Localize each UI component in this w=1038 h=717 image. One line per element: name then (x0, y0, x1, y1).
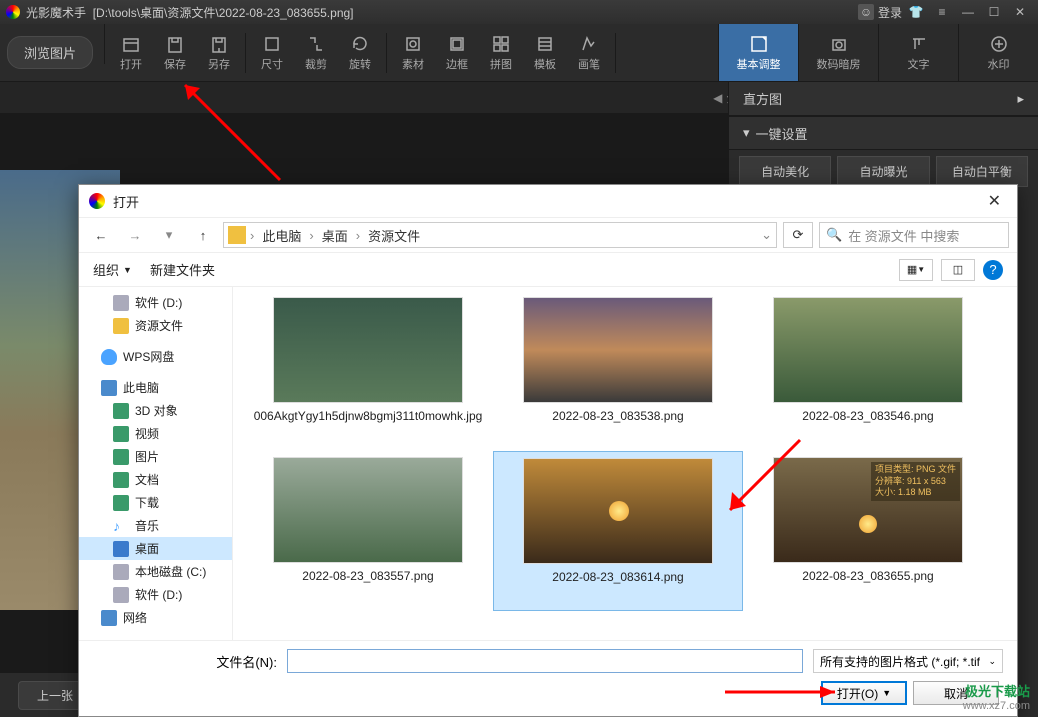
view-mode-button[interactable]: ▦ ▼ (899, 259, 933, 281)
file-grid[interactable]: 006AkgtYgy1h5djnw8bgmj311t0mowhk.jpg 2022… (233, 287, 1017, 640)
tree-item[interactable]: 图片 (79, 445, 232, 468)
menu-icon[interactable]: ≡ (930, 3, 954, 21)
help-icon[interactable]: ? (983, 260, 1003, 280)
nav-back-icon[interactable]: ← (87, 223, 115, 247)
file-thumbnail (523, 297, 713, 403)
skin-icon[interactable]: 👕 (904, 3, 928, 21)
tree-item[interactable]: 文档 (79, 468, 232, 491)
file-item[interactable]: 006AkgtYgy1h5djnw8bgmj311t0mowhk.jpg (243, 291, 493, 451)
nav-recent-icon[interactable]: ▾ (155, 223, 183, 247)
close-icon[interactable]: ✕ (1008, 3, 1032, 21)
browse-images-button[interactable]: 浏览图片 (0, 24, 100, 81)
file-thumbnail (273, 297, 463, 403)
tree-item[interactable]: 软件 (D:) (79, 291, 232, 314)
one-key-header[interactable]: ▾ 一键设置 (729, 116, 1038, 150)
organize-menu[interactable]: 组织 ▼ (93, 260, 132, 279)
maximize-icon[interactable]: ☐ (982, 3, 1006, 21)
auto-btn-0[interactable]: 自动美化 (739, 156, 831, 187)
dialog-title-bar: 打开 ✕ (79, 185, 1017, 217)
tree-item[interactable]: 下载 (79, 491, 232, 514)
nav-up-icon[interactable]: ↑ (189, 223, 217, 247)
tree-item[interactable]: 资源文件 (79, 314, 232, 337)
tool-7[interactable]: 边框 (435, 34, 479, 72)
filename-input[interactable] (287, 649, 803, 673)
file-thumbnail: 项目类型: PNG 文件分辨率: 911 x 563大小: 1.18 MB (773, 457, 963, 563)
right-tool-0[interactable]: 基本调整 (718, 24, 798, 81)
search-input[interactable]: 🔍 在 资源文件 中搜索 (819, 222, 1009, 248)
file-name: 2022-08-23_083538.png (552, 409, 683, 425)
histogram-header[interactable]: 直方图 ▸ (729, 82, 1038, 116)
avatar-icon[interactable]: ☺ (858, 4, 874, 20)
window-title: 光影魔术手 [D:\tools\桌面\资源文件\2022-08-23_08365… (26, 4, 858, 21)
tree-item[interactable]: ♪音乐 (79, 514, 232, 537)
folder-tree[interactable]: 软件 (D:)资源文件WPS网盘此电脑3D 对象视频图片文档下载♪音乐桌面本地磁… (79, 287, 233, 640)
tool-1[interactable]: 保存 (153, 34, 197, 72)
open-button[interactable]: 打开(O)▼ (821, 681, 907, 705)
filename-label: 文件名(N): (93, 652, 277, 671)
file-item[interactable]: 2022-08-23_083546.png (743, 291, 993, 451)
tree-item[interactable]: 网络 (79, 606, 232, 629)
right-tool-1[interactable]: 数码暗房 (798, 24, 878, 81)
right-tool-3[interactable]: 水印 (958, 24, 1038, 81)
dialog-footer: 文件名(N): 所有支持的图片格式 (*.gif; *.tif⌄ 打开(O)▼ … (79, 640, 1017, 716)
new-folder-button[interactable]: 新建文件夹 (150, 260, 215, 279)
preview-pane-button[interactable]: ◫ (941, 259, 975, 281)
open-file-dialog: 打开 ✕ ← → ▾ ↑ › 此电脑› 桌面› 资源文件 ⌄ ⟳ 🔍 在 资源文… (78, 184, 1018, 717)
file-name: 2022-08-23_083557.png (302, 569, 433, 585)
tree-item[interactable]: 桌面 (79, 537, 232, 560)
tree-item[interactable]: 3D 对象 (79, 399, 232, 422)
auto-btn-2[interactable]: 自动白平衡 (936, 156, 1028, 187)
tree-item[interactable]: WPS网盘 (79, 345, 232, 368)
cancel-button[interactable]: 取消 (913, 681, 999, 705)
tree-item[interactable]: 此电脑 (79, 376, 232, 399)
tool-9[interactable]: 模板 (523, 34, 567, 72)
main-toolbar: 浏览图片 打开保存另存尺寸裁剪旋转素材边框拼图模板画笔 基本调整数码暗房文字水印 (0, 24, 1038, 82)
dialog-title: 打开 (113, 192, 139, 211)
tool-0[interactable]: 打开 (109, 34, 153, 72)
folder-icon (228, 226, 246, 244)
dialog-logo-icon (89, 193, 105, 209)
tree-item[interactable]: 软件 (D:) (79, 583, 232, 606)
file-type-filter[interactable]: 所有支持的图片格式 (*.gif; *.tif⌄ (813, 649, 1003, 673)
file-thumbnail (523, 458, 713, 564)
tool-6[interactable]: 素材 (391, 34, 435, 72)
file-name: 2022-08-23_083655.png (802, 569, 933, 585)
file-item[interactable]: 2022-08-23_083557.png (243, 451, 493, 611)
right-tool-2[interactable]: 文字 (878, 24, 958, 81)
app-logo-icon (6, 5, 20, 19)
breadcrumb[interactable]: › 此电脑› 桌面› 资源文件 ⌄ (223, 222, 777, 248)
auto-btn-1[interactable]: 自动曝光 (837, 156, 929, 187)
dialog-nav-bar: ← → ▾ ↑ › 此电脑› 桌面› 资源文件 ⌄ ⟳ 🔍 在 资源文件 中搜索 (79, 217, 1017, 253)
file-item[interactable]: 2022-08-23_083538.png (493, 291, 743, 451)
tool-8[interactable]: 拼图 (479, 34, 523, 72)
file-thumbnail (273, 457, 463, 563)
dialog-close-icon[interactable]: ✕ (982, 191, 1007, 211)
login-link[interactable]: 登录 (878, 4, 902, 21)
tool-3[interactable]: 尺寸 (250, 34, 294, 72)
tool-10[interactable]: 画笔 (567, 34, 611, 72)
file-name: 006AkgtYgy1h5djnw8bgmj311t0mowhk.jpg (254, 409, 483, 425)
nav-forward-icon: → (121, 223, 149, 247)
tool-2[interactable]: 另存 (197, 34, 241, 72)
file-item[interactable]: 2022-08-23_083614.png (493, 451, 743, 611)
refresh-button[interactable]: ⟳ (783, 222, 813, 248)
file-item[interactable]: 项目类型: PNG 文件分辨率: 911 x 563大小: 1.18 MB 202… (743, 451, 993, 611)
file-name: 2022-08-23_083546.png (802, 409, 933, 425)
minimize-icon[interactable]: — (956, 3, 980, 21)
dialog-toolbar: 组织 ▼ 新建文件夹 ▦ ▼ ◫ ? (79, 253, 1017, 287)
tree-item[interactable]: 本地磁盘 (C:) (79, 560, 232, 583)
tool-4[interactable]: 裁剪 (294, 34, 338, 72)
tool-5[interactable]: 旋转 (338, 34, 382, 72)
file-name: 2022-08-23_083614.png (552, 570, 683, 586)
title-bar: 光影魔术手 [D:\tools\桌面\资源文件\2022-08-23_08365… (0, 0, 1038, 24)
tree-item[interactable]: 视频 (79, 422, 232, 445)
file-thumbnail (773, 297, 963, 403)
search-icon: 🔍 (826, 227, 842, 243)
